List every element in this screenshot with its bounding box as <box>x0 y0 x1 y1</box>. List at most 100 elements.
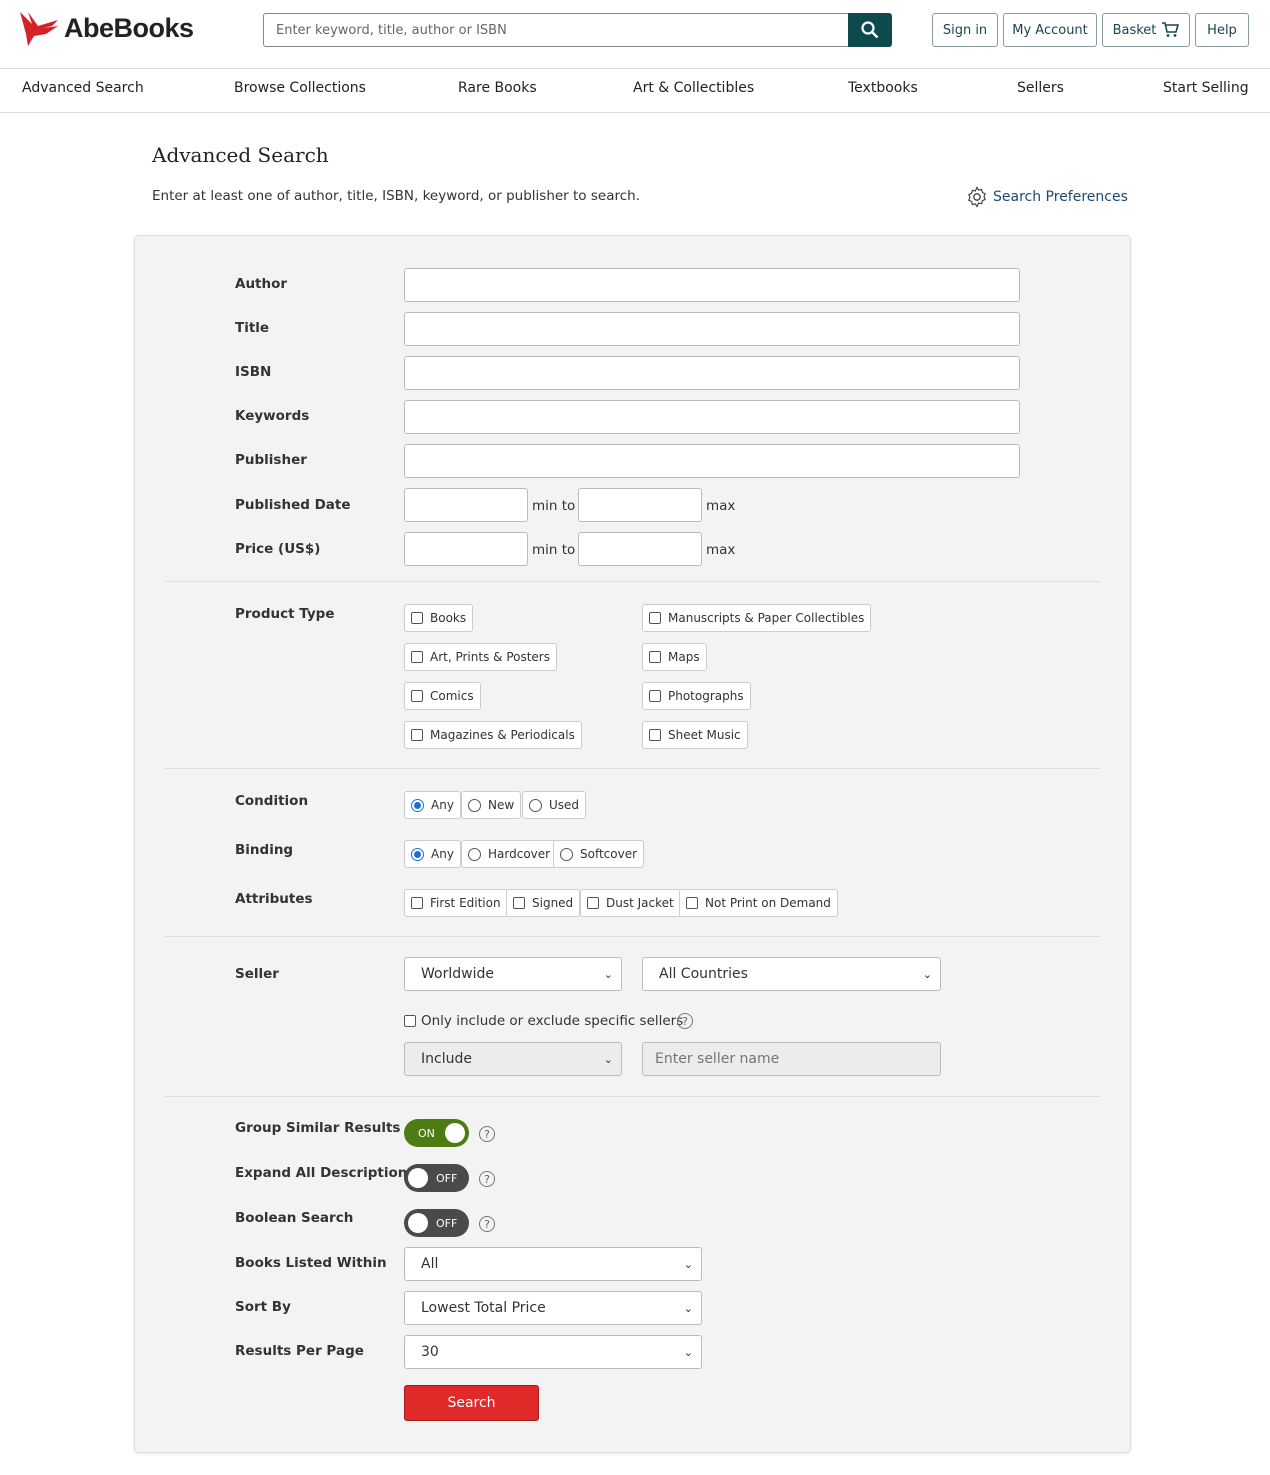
header-search-button[interactable] <box>848 13 892 47</box>
divider <box>165 768 1100 769</box>
condition-any-radio[interactable]: Any <box>404 791 461 819</box>
binding-hardcover-radio[interactable]: Hardcover <box>461 840 558 868</box>
chevron-down-icon: ⌄ <box>683 1301 693 1315</box>
seller-name-input[interactable] <box>642 1042 941 1076</box>
seller-region-select[interactable]: Worldwide ⌄ <box>404 957 622 991</box>
binding-label: Binding <box>235 842 294 858</box>
title-input[interactable] <box>404 312 1020 346</box>
abebooks-logo[interactable]: AbeBooks <box>18 10 194 46</box>
nav-start-selling[interactable]: Start Selling <box>1163 80 1249 96</box>
logo-bird-icon <box>20 12 58 46</box>
first-edition-checkbox[interactable]: First Edition <box>404 889 508 917</box>
nav-art-collectibles[interactable]: Art & Collectibles <box>633 80 754 96</box>
not-print-on-demand-checkbox[interactable]: Not Print on Demand <box>679 889 838 917</box>
help-icon[interactable]: ? <box>479 1216 495 1232</box>
checkbox-icon <box>411 897 423 909</box>
price-min-input[interactable] <box>404 532 528 566</box>
search-button[interactable]: Search <box>404 1385 539 1421</box>
checkbox-label: First Edition <box>430 896 501 910</box>
isbn-input[interactable] <box>404 356 1020 390</box>
checkbox-icon <box>649 651 661 663</box>
header-search-input[interactable] <box>263 13 849 47</box>
seller-include-select[interactable]: Include ⌄ <box>404 1042 622 1076</box>
help-icon[interactable]: ? <box>479 1171 495 1187</box>
product-art-checkbox[interactable]: Art, Prints & Posters <box>404 643 557 671</box>
help-icon[interactable]: ? <box>677 1013 693 1029</box>
divider <box>165 581 1100 582</box>
sign-in-button[interactable]: Sign in <box>932 13 998 47</box>
product-books-checkbox[interactable]: Books <box>404 604 474 632</box>
dust-jacket-checkbox[interactable]: Dust Jacket <box>580 889 681 917</box>
product-type-label: Product Type <box>235 606 335 622</box>
toggle-knob <box>408 1168 428 1188</box>
select-value: Include <box>421 1051 472 1067</box>
binding-any-radio[interactable]: Any <box>404 840 461 868</box>
radio-icon <box>468 798 481 812</box>
signed-checkbox[interactable]: Signed <box>506 889 581 917</box>
max-text: max <box>706 498 736 514</box>
checkbox-icon <box>649 690 661 702</box>
select-value: All <box>421 1256 439 1272</box>
product-manuscripts-checkbox[interactable]: Manuscripts & Paper Collectibles <box>642 604 872 632</box>
chevron-down-icon: ⌄ <box>683 1345 693 1359</box>
help-button[interactable]: Help <box>1195 13 1249 47</box>
product-maps-checkbox[interactable]: Maps <box>642 643 707 671</box>
price-max-input[interactable] <box>578 532 702 566</box>
basket-button[interactable]: Basket <box>1102 13 1190 47</box>
product-sheet-music-checkbox[interactable]: Sheet Music <box>642 721 748 749</box>
my-account-label: My Account <box>1012 22 1088 38</box>
radio-label: Used <box>549 798 580 812</box>
search-preferences-link[interactable]: Search Preferences <box>966 186 1128 208</box>
checkbox-icon <box>411 612 423 624</box>
radio-selected-icon <box>411 847 424 861</box>
published-date-max-input[interactable] <box>578 488 702 522</box>
attributes-label: Attributes <box>235 891 313 907</box>
product-comics-checkbox[interactable]: Comics <box>404 682 481 710</box>
nav-textbooks[interactable]: Textbooks <box>848 80 918 96</box>
product-magazines-checkbox[interactable]: Magazines & Periodicals <box>404 721 582 749</box>
toggle-knob <box>445 1123 465 1143</box>
isbn-label: ISBN <box>235 364 272 380</box>
logo-text: AbeBooks <box>64 12 194 43</box>
checkbox-label: Dust Jacket <box>606 896 674 910</box>
divider <box>165 936 1100 937</box>
max-text: max <box>706 542 736 558</box>
seller-label: Seller <box>235 966 279 982</box>
group-similar-toggle[interactable]: ON <box>404 1119 469 1147</box>
checkbox-icon <box>513 897 525 909</box>
chevron-down-icon: ⌄ <box>603 967 613 981</box>
nav-sellers[interactable]: Sellers <box>1017 80 1064 96</box>
listed-within-select[interactable]: All ⌄ <box>404 1247 702 1281</box>
results-per-page-select[interactable]: 30 ⌄ <box>404 1335 702 1369</box>
my-account-button[interactable]: My Account <box>1003 13 1097 47</box>
sort-by-select[interactable]: Lowest Total Price ⌄ <box>404 1291 702 1325</box>
seller-country-select[interactable]: All Countries ⌄ <box>642 957 941 991</box>
publisher-input[interactable] <box>404 444 1020 478</box>
checkbox-label: Only include or exclude specific sellers <box>421 1013 684 1029</box>
condition-new-radio[interactable]: New <box>461 791 522 819</box>
help-label: Help <box>1207 22 1237 38</box>
expand-descriptions-toggle[interactable]: OFF <box>404 1164 469 1192</box>
nav-browse-collections[interactable]: Browse Collections <box>234 80 366 96</box>
product-photographs-checkbox[interactable]: Photographs <box>642 682 751 710</box>
publisher-label: Publisher <box>235 452 307 468</box>
checkbox-label: Sheet Music <box>668 728 741 742</box>
search-button-label: Search <box>447 1395 496 1411</box>
toggle-state: ON <box>418 1126 435 1140</box>
keywords-label: Keywords <box>235 408 310 424</box>
boolean-search-label: Boolean Search <box>235 1210 354 1226</box>
published-date-min-input[interactable] <box>404 488 528 522</box>
condition-used-radio[interactable]: Used <box>522 791 587 819</box>
divider <box>165 1096 1100 1097</box>
radio-icon <box>560 847 573 861</box>
keywords-input[interactable] <box>404 400 1020 434</box>
author-label: Author <box>235 276 288 292</box>
binding-softcover-radio[interactable]: Softcover <box>553 840 645 868</box>
help-icon[interactable]: ? <box>479 1126 495 1142</box>
boolean-search-toggle[interactable]: OFF <box>404 1209 469 1237</box>
specific-sellers-checkbox[interactable]: Only include or exclude specific sellers <box>404 1013 683 1029</box>
nav-rare-books[interactable]: Rare Books <box>458 80 537 96</box>
nav-advanced-search[interactable]: Advanced Search <box>22 80 144 96</box>
results-per-page-label: Results Per Page <box>235 1343 364 1359</box>
author-input[interactable] <box>404 268 1020 302</box>
